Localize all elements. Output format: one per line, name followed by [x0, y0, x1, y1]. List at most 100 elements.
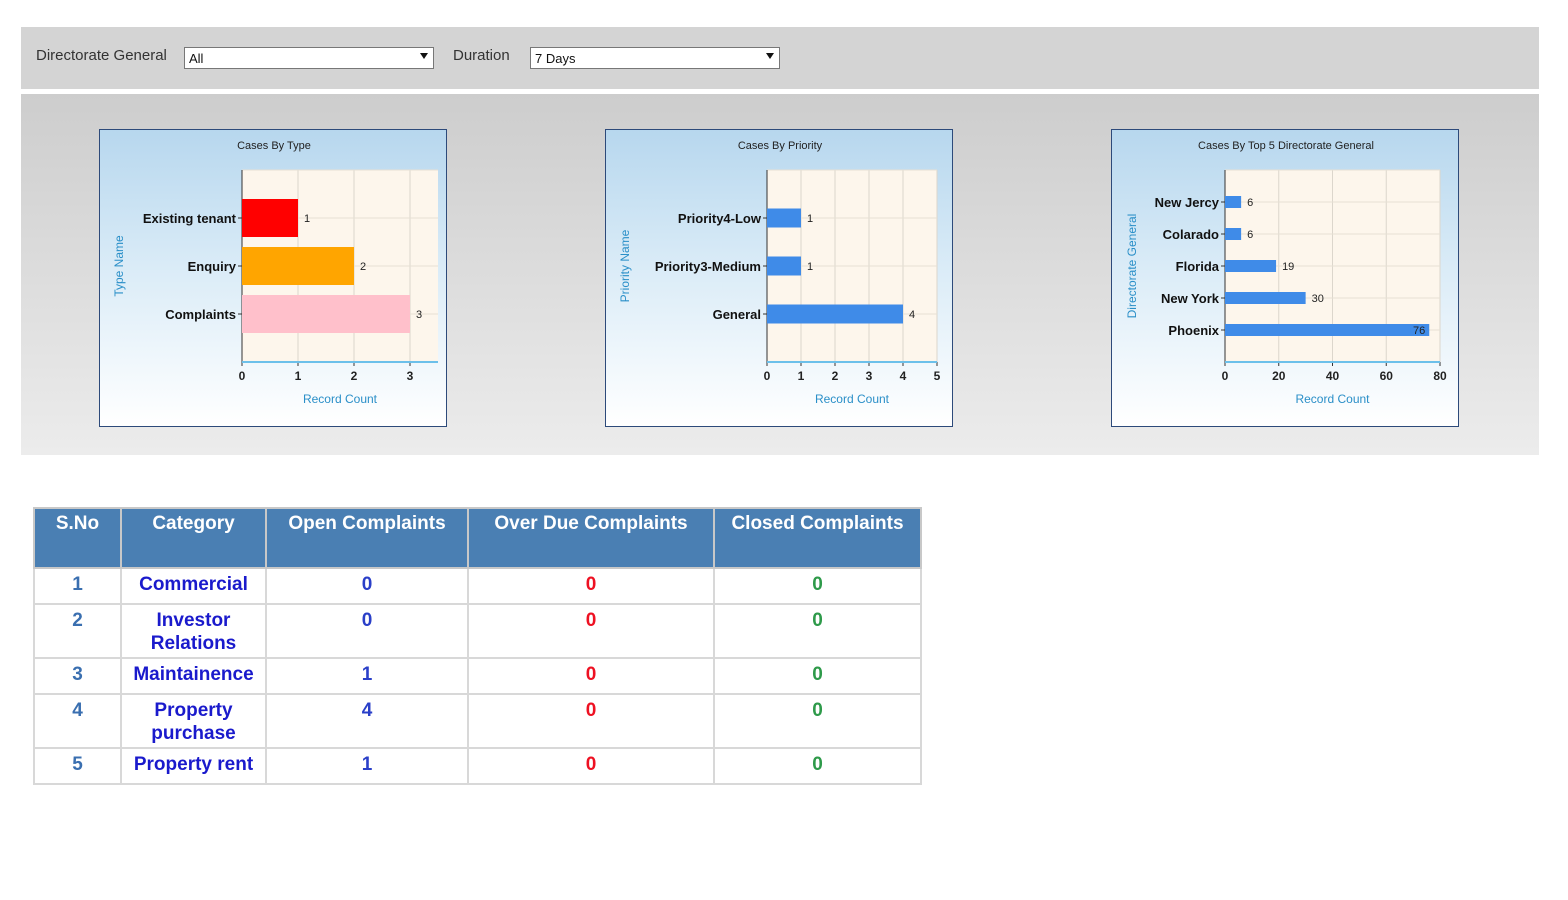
category-label: General — [713, 307, 761, 322]
cell-overdue[interactable]: 0 — [467, 693, 715, 749]
bar — [767, 256, 801, 276]
cell-open[interactable]: 4 — [265, 693, 469, 749]
data-label: 6 — [1247, 229, 1253, 241]
chevron-down-icon — [766, 53, 774, 59]
bar — [1225, 228, 1242, 240]
bar — [1225, 196, 1242, 208]
y-axis-label: Type Name — [112, 235, 126, 297]
cell-closed[interactable]: 0 — [713, 603, 922, 659]
charts-panel: Cases By Type Type Name Record Count 0 1 2 3 Ex… — [21, 94, 1539, 455]
data-label: 3 — [416, 309, 422, 321]
x-tick-label: 80 — [1433, 369, 1447, 383]
table-header-row: S.No Category Open Complaints Over Due C… — [33, 507, 922, 569]
header-open: Open Complaints — [265, 507, 469, 569]
x-tick-label: 1 — [798, 369, 805, 383]
cell-sno: 4 — [33, 693, 122, 749]
cell-closed[interactable]: 0 — [713, 747, 922, 785]
cell-overdue[interactable]: 0 — [467, 747, 715, 785]
directorate-select[interactable]: All — [184, 47, 434, 69]
x-tick-label: 2 — [351, 369, 358, 383]
category-label: Colarado — [1163, 227, 1219, 242]
cell-sno: 1 — [33, 567, 122, 605]
data-label: 6 — [1247, 197, 1253, 209]
chart-svg: Cases By Type Type Name Record Count 0 1 2 3 Ex… — [112, 140, 438, 406]
cell-category[interactable]: Investor Relations — [120, 603, 267, 659]
complaints-table-wrap: S.No Category Open Complaints Over Due C… — [33, 507, 922, 785]
chart-svg: Cases By Top 5 Directorate General Direct… — [1125, 140, 1447, 406]
cell-overdue[interactable]: 0 — [467, 603, 715, 659]
bar — [767, 304, 903, 324]
table-row: 1 Commercial 0 0 0 — [33, 567, 922, 605]
category-label: Priority4-Low — [678, 211, 762, 226]
chevron-down-icon — [420, 53, 428, 59]
x-tick-label: 20 — [1272, 369, 1286, 383]
data-label: 30 — [1312, 293, 1324, 305]
data-label: 4 — [909, 309, 915, 321]
cell-category[interactable]: Property rent — [120, 747, 267, 785]
category-label: Priority3-Medium — [655, 259, 761, 274]
table-row: 2 Investor Relations 0 0 0 — [33, 603, 922, 659]
x-tick-label: 3 — [866, 369, 873, 383]
x-axis-label: Record Count — [815, 392, 890, 406]
x-tick-label: 3 — [407, 369, 414, 383]
x-tick-label: 5 — [934, 369, 941, 383]
data-label: 19 — [1282, 261, 1294, 273]
chart-cases-by-type: Cases By Type Type Name Record Count 0 1 2 3 Ex… — [99, 129, 447, 427]
table-row: 4 Property purchase 4 0 0 — [33, 693, 922, 749]
chart-title: Cases By Top 5 Directorate General — [1198, 140, 1374, 152]
directorate-label: Directorate General — [36, 47, 167, 64]
complaints-table: S.No Category Open Complaints Over Due C… — [33, 507, 922, 785]
cell-category[interactable]: Maintainence — [120, 657, 267, 695]
header-overdue: Over Due Complaints — [467, 507, 715, 569]
category-label: New York — [1161, 291, 1220, 306]
header-category: Category — [120, 507, 267, 569]
cell-overdue[interactable]: 0 — [467, 567, 715, 605]
chart-cases-by-priority: Cases By Priority Priority Name Record Cou… — [605, 129, 953, 427]
duration-select[interactable]: 7 Days — [530, 47, 780, 69]
cell-closed[interactable]: 0 — [713, 567, 922, 605]
category-label: Existing tenant — [143, 211, 237, 226]
x-axis-label: Record Count — [1295, 392, 1370, 406]
y-axis-label: Directorate General — [1125, 214, 1139, 319]
header-closed: Closed Complaints — [713, 507, 922, 569]
cell-open[interactable]: 0 — [265, 567, 469, 605]
table-row: 5 Property rent 1 0 0 — [33, 747, 922, 785]
bar — [1225, 292, 1306, 304]
category-label: Florida — [1176, 259, 1220, 274]
cell-overdue[interactable]: 0 — [467, 657, 715, 695]
x-tick-label: 60 — [1380, 369, 1394, 383]
cell-open[interactable]: 0 — [265, 603, 469, 659]
cell-category[interactable]: Commercial — [120, 567, 267, 605]
filter-bar: Directorate General All Duration 7 Days — [21, 27, 1539, 89]
bar — [242, 199, 298, 237]
cell-sno: 2 — [33, 603, 122, 659]
x-tick-label: 4 — [900, 369, 907, 383]
category-label: Enquiry — [188, 259, 237, 274]
chart-svg: Cases By Priority Priority Name Record Cou… — [618, 140, 941, 406]
directorate-select-value: All — [189, 51, 204, 66]
cell-category[interactable]: Property purchase — [120, 693, 267, 749]
table-row: 3 Maintainence 1 0 0 — [33, 657, 922, 695]
cell-closed[interactable]: 0 — [713, 657, 922, 695]
x-axis-label: Record Count — [303, 392, 378, 406]
cell-open[interactable]: 1 — [265, 747, 469, 785]
data-label: 76 — [1413, 325, 1425, 337]
cell-sno: 5 — [33, 747, 122, 785]
y-axis-label: Priority Name — [618, 229, 632, 302]
category-label: Complaints — [165, 307, 236, 322]
category-label: Phoenix — [1168, 323, 1219, 338]
duration-select-value: 7 Days — [535, 51, 576, 66]
cell-open[interactable]: 1 — [265, 657, 469, 695]
header-sno: S.No — [33, 507, 122, 569]
x-tick-label: 0 — [764, 369, 771, 383]
x-tick-label: 0 — [239, 369, 246, 383]
category-label: New Jercy — [1155, 195, 1220, 210]
data-label: 2 — [360, 261, 366, 273]
data-label: 1 — [807, 213, 813, 225]
chart-title: Cases By Type — [237, 140, 311, 152]
bar — [242, 295, 410, 333]
bar — [767, 208, 801, 228]
x-tick-label: 2 — [832, 369, 839, 383]
duration-label: Duration — [453, 47, 510, 64]
cell-closed[interactable]: 0 — [713, 693, 922, 749]
